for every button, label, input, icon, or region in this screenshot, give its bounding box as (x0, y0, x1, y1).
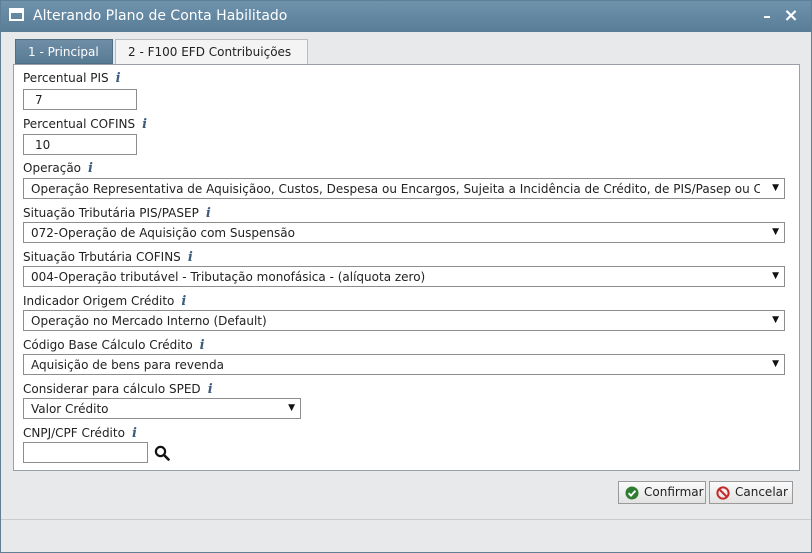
indicador-origem-selected-value: Operação no Mercado Interno (Default) (31, 314, 267, 328)
codigo-base-label: Código Base Cálculo Crédito i (23, 338, 205, 353)
info-icon[interactable]: i (132, 426, 137, 441)
operacao-selected-value: Operação Representativa de Aquisiçãoo, C… (31, 182, 760, 196)
cnpj-cpf-input[interactable] (23, 442, 148, 463)
close-icon[interactable]: × (780, 4, 802, 28)
tab-panel: Percentual PIS i 7 Percentual COFINS i 10 … (13, 64, 800, 471)
indicador-origem-label-text: Indicador Origem Crédito (23, 294, 175, 308)
cancel-button-label: Cancelar (735, 485, 788, 499)
title-bar[interactable]: Alterando Plano de Conta Habilitado – × (1, 1, 811, 32)
codigo-base-label-text: Código Base Cálculo Crédito (23, 338, 193, 352)
percentual-pis-input[interactable]: 7 (23, 89, 137, 110)
operacao-label: Operação i (23, 161, 93, 176)
dropdown-arrow-icon: ▼ (772, 359, 779, 369)
cnpj-cpf-label: CNPJ/CPF Crédito i (23, 426, 137, 441)
info-icon[interactable]: i (142, 117, 147, 132)
percentual-cofins-input[interactable]: 10 (23, 134, 137, 155)
cancel-button[interactable]: Cancelar (709, 481, 793, 504)
check-circle-icon (625, 486, 639, 500)
situacao-pis-label: Situação Tributária PIS/PASEP i (23, 206, 211, 221)
percentual-pis-label: Percentual PIS i (23, 71, 121, 86)
dropdown-arrow-icon: ▼ (772, 183, 779, 193)
confirm-button[interactable]: Confirmar (618, 481, 706, 504)
indicador-origem-label: Indicador Origem Crédito i (23, 294, 186, 309)
info-icon[interactable]: i (116, 71, 121, 86)
dialog-window: Alterando Plano de Conta Habilitado – × … (0, 0, 812, 553)
ban-icon (716, 486, 730, 500)
tab-principal[interactable]: 1 - Principal (15, 39, 113, 64)
info-icon[interactable]: i (88, 161, 93, 176)
search-icon[interactable] (154, 445, 170, 461)
codigo-base-selected-value: Aquisição de bens para revenda (31, 358, 224, 372)
info-icon[interactable]: i (208, 382, 213, 397)
situacao-pis-selected-value: 072-Operação de Aquisição com Suspensão (31, 226, 295, 240)
info-icon[interactable]: i (206, 206, 211, 221)
dropdown-arrow-icon: ▼ (772, 315, 779, 325)
percentual-cofins-label: Percentual COFINS i (23, 117, 147, 132)
situacao-pis-select[interactable]: 072-Operação de Aquisição com Suspensão … (23, 222, 785, 243)
info-icon[interactable]: i (200, 338, 205, 353)
window-title: Alterando Plano de Conta Habilitado (33, 8, 288, 24)
percentual-cofins-label-text: Percentual COFINS (23, 117, 136, 131)
dropdown-arrow-icon: ▼ (288, 403, 295, 413)
situacao-pis-label-text: Situação Tributária PIS/PASEP (23, 206, 199, 220)
cnpj-cpf-label-text: CNPJ/CPF Crédito (23, 426, 125, 440)
minimize-icon[interactable]: – (756, 4, 778, 28)
codigo-base-select[interactable]: Aquisição de bens para revenda ▼ (23, 354, 785, 375)
situacao-cofins-selected-value: 004-Operação tributável - Tributação mon… (31, 270, 426, 284)
window-icon (9, 8, 24, 21)
situacao-cofins-select[interactable]: 004-Operação tributável - Tributação mon… (23, 266, 785, 287)
percentual-pis-label-text: Percentual PIS (23, 71, 109, 85)
considerar-sped-select[interactable]: Valor Crédito ▼ (23, 398, 301, 419)
considerar-sped-label: Considerar para cálculo SPED i (23, 382, 213, 397)
dropdown-arrow-icon: ▼ (772, 271, 779, 281)
situacao-cofins-label: Situação Trbutária COFINS i (23, 250, 193, 265)
considerar-sped-label-text: Considerar para cálculo SPED (23, 382, 201, 396)
info-icon[interactable]: i (188, 250, 193, 265)
operacao-select[interactable]: Operação Representativa de Aquisiçãoo, C… (23, 178, 785, 199)
situacao-cofins-label-text: Situação Trbutária COFINS (23, 250, 181, 264)
confirm-button-label: Confirmar (644, 485, 704, 499)
tab-f100-efd-contribuicoes[interactable]: 2 - F100 EFD Contribuições (115, 39, 308, 64)
considerar-sped-selected-value: Valor Crédito (31, 402, 109, 416)
footer-divider (1, 519, 811, 520)
indicador-origem-select[interactable]: Operação no Mercado Interno (Default) ▼ (23, 310, 785, 331)
info-icon[interactable]: i (181, 294, 186, 309)
operacao-label-text: Operação (23, 161, 82, 175)
dropdown-arrow-icon: ▼ (772, 227, 779, 237)
